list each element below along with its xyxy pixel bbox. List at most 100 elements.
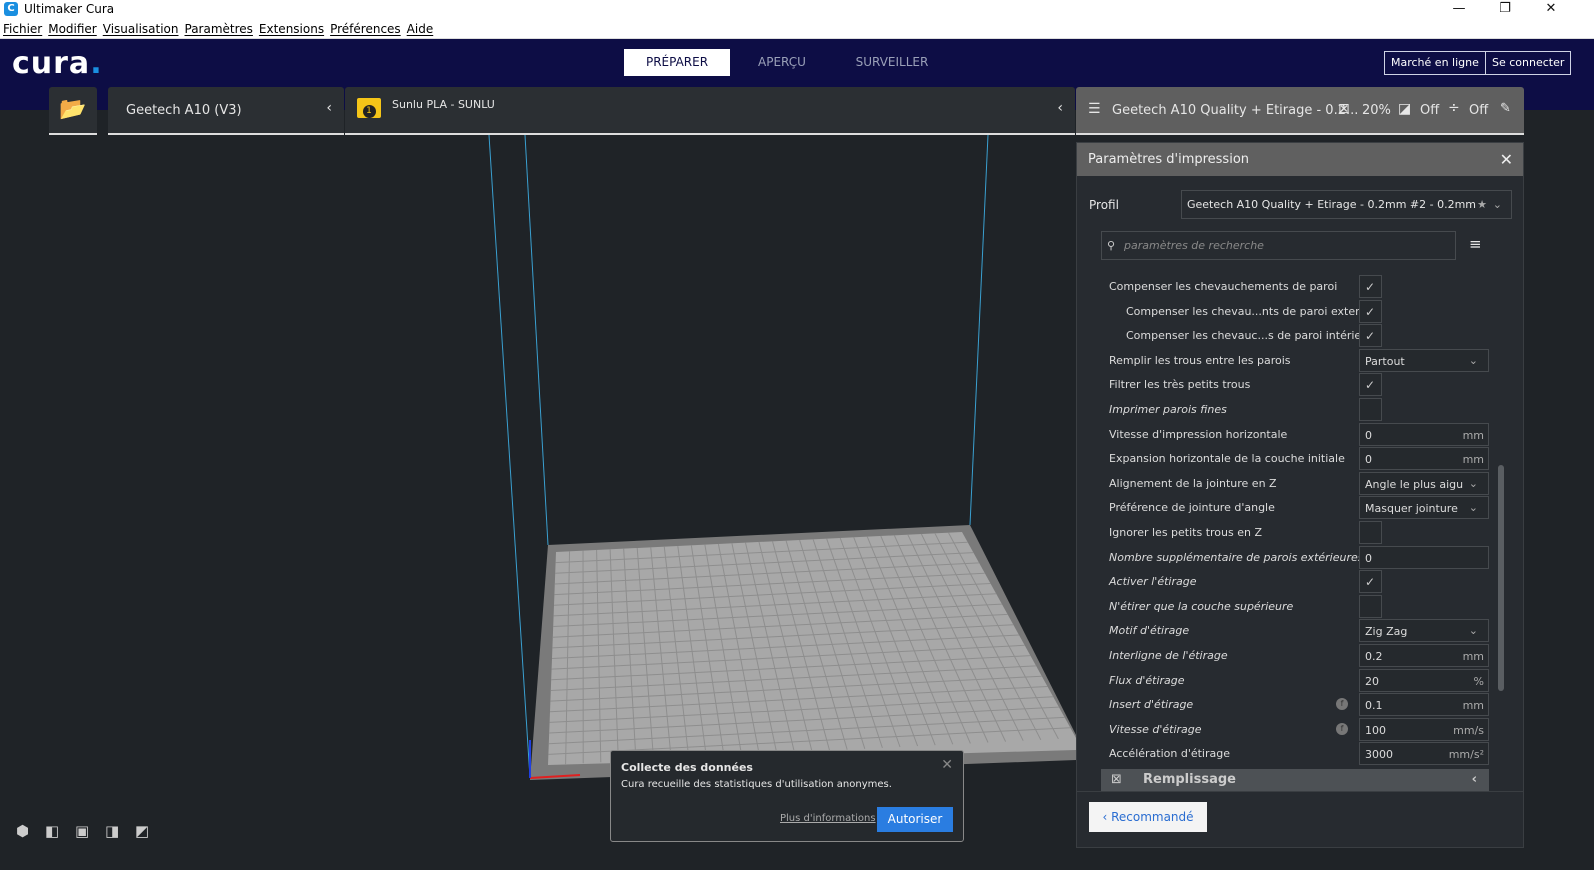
setting-checkbox[interactable] (1359, 324, 1382, 348)
setting-label: Interligne de l'étirage (1109, 649, 1228, 662)
view-right-icon[interactable]: ◩ (135, 822, 151, 840)
setting-input[interactable]: 3000 mm/s² (1359, 742, 1489, 766)
setting-row: Nombre supplémentaire de parois extérieu… (1109, 545, 1489, 570)
chevron-left-icon: ‹ (1057, 100, 1063, 116)
setting-input[interactable]: 0.1 mm (1359, 693, 1489, 717)
close-icon[interactable]: ✕ (1500, 143, 1513, 176)
settings-menu-icon[interactable]: ≡ (1469, 235, 1482, 253)
toast-title: Collecte des données (621, 761, 753, 774)
material-name: Sunlu PLA - SUNLU (392, 98, 495, 111)
chevron-down-icon: ⌄ (1468, 624, 1478, 638)
setting-label: Accélération d'étirage (1109, 747, 1231, 761)
close-icon[interactable]: ✕ (941, 757, 953, 773)
setting-input[interactable]: 0 (1359, 545, 1489, 569)
setting-row: Filtrer les très petits trous (1109, 373, 1489, 397)
infill-icon: ⊠ (1338, 101, 1350, 117)
profile-dropdown[interactable]: Geetech A10 Quality + Etirage - 0.2mm #2… (1181, 190, 1512, 219)
setting-row: Vitesse d'étirage f 100 mm/s (1109, 717, 1489, 742)
setting-checkbox[interactable] (1359, 521, 1382, 544)
setting-row: Accélération d'étirage 3000 mm/s² (1109, 742, 1489, 766)
open-file-button[interactable]: 📂 (49, 87, 97, 135)
search-icon: ⚲ (1107, 239, 1116, 252)
menu-extensions[interactable]: Extensions (259, 19, 324, 38)
adhesion-icon: ÷ (1448, 100, 1460, 116)
panel-title: Paramètres d'impression (1088, 152, 1250, 167)
print-settings-summary[interactable]: ☰ Geetech A10 Quality + Etirage - 0.2...… (1076, 87, 1524, 135)
minimize-button[interactable]: — (1436, 0, 1482, 19)
panel-header: Paramètres d'impression ✕ (1077, 143, 1523, 176)
sign-in-button[interactable]: Se connecter (1485, 51, 1572, 75)
printer-name: Geetech A10 (V3) (126, 103, 242, 118)
setting-label: Préférence de jointure d'angle (1109, 501, 1275, 515)
setting-checkbox[interactable] (1359, 594, 1382, 618)
material-selector[interactable]: 1 Sunlu PLA - SUNLU ‹ (345, 87, 1075, 135)
setting-checkbox[interactable] (1359, 570, 1382, 594)
menu-preferences[interactable]: Préférences (330, 19, 401, 38)
setting-checkbox[interactable] (1359, 299, 1382, 324)
setting-row: Insert d'étirage f 0.1 mm (1109, 693, 1489, 717)
setting-row: Imprimer parois fines (1109, 398, 1489, 422)
setting-dropdown[interactable]: Partout ⌄ (1359, 348, 1489, 372)
setting-row: Remplir les trous entre les parois Partou… (1109, 348, 1489, 373)
adhesion-value: Off (1469, 103, 1489, 118)
setting-checkbox[interactable] (1359, 398, 1382, 421)
setting-row: Flux d'étirage 20% (1109, 668, 1489, 693)
setting-checkbox[interactable] (1359, 373, 1382, 397)
setting-label: Compenser les chevauc...s de paroi intér… (1126, 329, 1380, 343)
setting-checkbox[interactable] (1359, 275, 1382, 299)
support-icon: ◪ (1398, 101, 1412, 117)
view-left-icon[interactable]: ◨ (105, 822, 121, 840)
menu-modifier[interactable]: Modifier (48, 19, 97, 38)
scrollbar[interactable] (1498, 465, 1504, 691)
tab-surveiller[interactable]: SURVEILLER (840, 49, 944, 76)
function-icon: f (1336, 722, 1348, 735)
allow-button[interactable]: Autoriser (877, 807, 953, 832)
setting-input[interactable]: 0.2 mm (1359, 644, 1489, 667)
title-bar: C Ultimaker Cura — ❐ ✕ (0, 0, 1594, 19)
more-info-link[interactable]: Plus d'informations (780, 813, 876, 824)
setting-label: Activer l'étirage (1109, 575, 1197, 589)
printer-selector[interactable]: Geetech A10 (V3) ‹ (108, 87, 344, 135)
settings-search-input[interactable]: ⚲ paramètres de recherche (1101, 231, 1456, 260)
tab-preparer[interactable]: PRÉPARER (624, 49, 730, 76)
setting-row: Ignorer les petits trous en Z (1109, 521, 1489, 545)
category-remplissage[interactable]: ⊠ Remplissage ‹ (1101, 769, 1489, 791)
setting-label: Ignorer les petits trous en Z (1109, 526, 1263, 539)
folder-icon: 📂 (59, 97, 87, 122)
setting-dropdown[interactable]: Angle le plus aigu ⌄ (1359, 471, 1489, 495)
setting-label: Vitesse d'étirage (1109, 722, 1202, 736)
setting-label: Alignement de la jointure en Z (1109, 476, 1277, 490)
setting-row: N'étirer que la couche supérieure (1109, 594, 1489, 619)
view-3d-icon[interactable]: ⬢ (16, 822, 32, 840)
setting-label: Nombre supplémentaire de parois extérieu… (1109, 550, 1364, 564)
marketplace-button[interactable]: Marché en ligne (1384, 51, 1486, 75)
setting-input[interactable]: 0 mm (1359, 447, 1489, 471)
setting-label: Flux d'étirage (1109, 673, 1185, 687)
chevron-left-icon: ‹ (1471, 772, 1477, 787)
setting-row: Vitesse d'impression horizontale 0 mm (1109, 422, 1489, 447)
setting-input[interactable]: 20% (1359, 668, 1489, 692)
chevron-down-icon: ⌄ (1468, 476, 1478, 490)
data-collection-toast: Collecte des données Cura recueille des … (610, 750, 964, 842)
close-window-button[interactable]: ✕ (1528, 0, 1574, 19)
setting-input[interactable]: 0 mm (1359, 422, 1489, 446)
setting-input[interactable]: 100 mm/s (1359, 717, 1489, 741)
menu-parametres[interactable]: Paramètres (185, 19, 253, 38)
setting-row: Motif d'étirage Zig Zag ⌄ (1109, 619, 1489, 643)
setting-dropdown[interactable]: Zig Zag ⌄ (1359, 619, 1489, 643)
print-settings-panel: Paramètres d'impression ✕ Profil Geetech… (1076, 142, 1524, 848)
menu-visualisation[interactable]: Visualisation (103, 19, 179, 38)
support-value: Off (1420, 103, 1440, 118)
view-front-icon[interactable]: ◧ (45, 822, 61, 840)
view-top-icon[interactable]: ▣ (75, 822, 91, 840)
menu-aide[interactable]: Aide (407, 19, 434, 38)
recommended-button[interactable]: ‹ Recommandé (1089, 802, 1207, 832)
toast-message: Cura recueille des statistiques d'utilis… (621, 779, 892, 790)
chevron-down-icon: ⌄ (1492, 198, 1502, 211)
profile-label: Profil (1089, 198, 1119, 212)
maximize-button[interactable]: ❐ (1482, 0, 1528, 19)
tab-apercu[interactable]: APERÇU (736, 49, 828, 76)
setting-label: N'étirer que la couche supérieure (1109, 599, 1294, 613)
menu-fichier[interactable]: Fichier (3, 19, 42, 38)
setting-dropdown[interactable]: Masquer jointure ⌄ (1359, 496, 1489, 520)
